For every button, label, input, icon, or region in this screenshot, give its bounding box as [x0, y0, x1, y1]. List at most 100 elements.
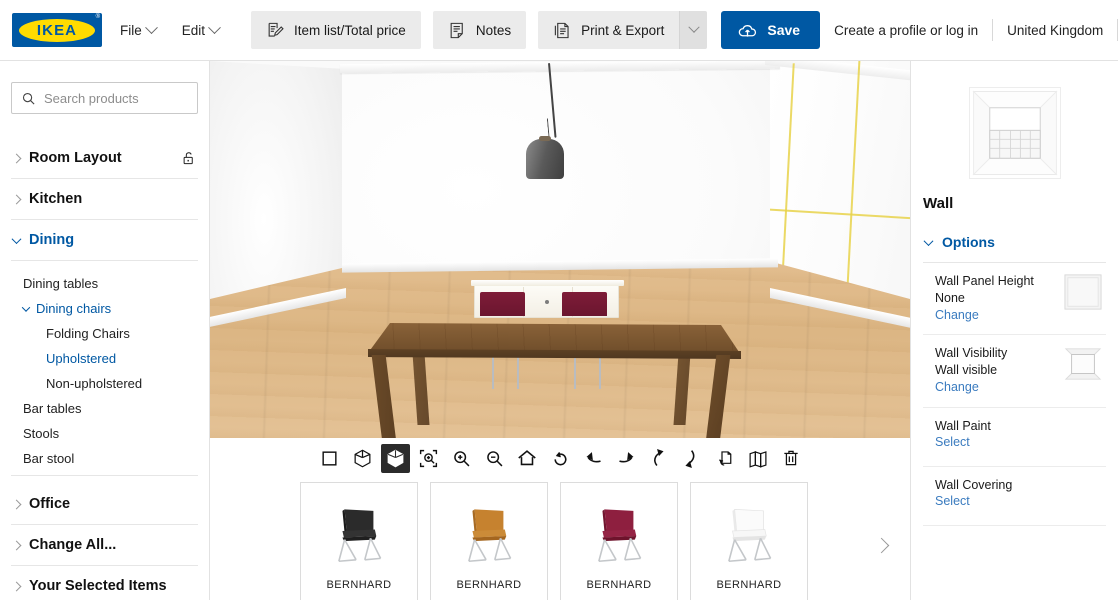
option-change-link[interactable]: Change [935, 307, 1058, 325]
menu-edit[interactable]: Edit [174, 17, 227, 44]
chevron-down-icon [144, 20, 158, 34]
search-icon [21, 91, 36, 106]
delete-icon[interactable] [777, 444, 806, 473]
dining-sublist: Dining tables Dining chairs Folding Chai… [11, 261, 198, 484]
ikea-logo[interactable]: IKEA ® [12, 13, 102, 47]
product-name: BERNHARD [586, 579, 652, 591]
search-input[interactable] [44, 90, 209, 106]
chair-icon [712, 495, 786, 567]
sidebar-item-dining-tables[interactable]: Dining tables [11, 271, 198, 296]
3d-viewport[interactable] [210, 61, 910, 438]
item-list-icon [266, 21, 285, 40]
sidebar-item-label: Office [29, 496, 71, 512]
view-3d-wire-icon[interactable] [348, 444, 377, 473]
option-wall-paint[interactable]: Wall Paint Select [923, 408, 1106, 467]
sidebar-item-non-upholstered[interactable]: Non-upholstered [11, 371, 198, 396]
option-label: Wall Panel Height [935, 274, 1034, 288]
option-label: Wall Visibility [935, 346, 1008, 361]
option-value: None [935, 290, 965, 305]
pendant-lamp[interactable] [526, 136, 564, 179]
dining-chair-back[interactable] [562, 292, 607, 316]
login-link[interactable]: Create a profile or log in [820, 23, 992, 38]
product-card[interactable]: BERNHARD [690, 482, 808, 600]
cloud-upload-icon [737, 20, 758, 41]
pan-left-icon[interactable] [579, 444, 608, 473]
sidebar-item-dining[interactable]: Dining [11, 220, 198, 261]
sidebar-item-office[interactable]: Office [11, 484, 198, 525]
sidebar-item-dining-chairs[interactable]: Dining chairs [11, 296, 198, 321]
sidebar-item-folding-chairs[interactable]: Folding Chairs [11, 321, 198, 346]
option-label: Wall Paint [935, 418, 991, 433]
product-card[interactable]: BERNHARD [430, 482, 548, 600]
sidebar-item-label: Dining [29, 232, 75, 248]
menu-file[interactable]: File [112, 17, 164, 44]
chevron-right-icon [873, 537, 889, 553]
save-button[interactable]: Save [721, 11, 821, 49]
rotate-object-icon[interactable] [711, 444, 740, 473]
carousel-next-button[interactable] [868, 532, 894, 558]
view-toolbar [210, 438, 910, 478]
home-view-icon[interactable] [513, 444, 542, 473]
product-name: BERNHARD [716, 579, 782, 591]
sidebar-item-upholstered[interactable]: Upholstered [11, 346, 198, 371]
zoom-out-icon[interactable] [480, 444, 509, 473]
product-card[interactable]: BERNHARD [300, 482, 418, 600]
print-export-button[interactable]: Print & Export [538, 11, 680, 49]
product-name: BERNHARD [326, 579, 392, 591]
tilt-down-icon[interactable] [678, 444, 707, 473]
options-section-header[interactable]: Options [923, 234, 1106, 263]
chair-icon [582, 495, 656, 567]
print-export-label: Print & Export [581, 22, 665, 38]
tilt-up-icon[interactable] [645, 444, 674, 473]
zoom-in-icon[interactable] [447, 444, 476, 473]
search-products-box[interactable] [11, 82, 209, 114]
sub-item-label: Stools [23, 426, 60, 441]
view-3d-solid-icon[interactable] [380, 443, 410, 473]
sidebar-item-your-selected-items[interactable]: Your Selected Items [11, 566, 198, 600]
view-2d-icon[interactable] [315, 444, 344, 473]
rotate-ccw-icon[interactable] [546, 444, 575, 473]
option-select-link[interactable]: Select [935, 493, 1058, 511]
chair-icon [452, 495, 526, 567]
option-wall-visibility[interactable]: Wall Visibility Wall visible Change [923, 335, 1106, 408]
option-change-link[interactable]: Change [935, 379, 1058, 397]
panel-swatch-icon [1064, 273, 1102, 311]
product-name: BERNHARD [456, 579, 522, 591]
topbar-right-group: Create a profile or log in United Kingdo… [820, 19, 1118, 41]
sidebar-item-bar-stool[interactable]: Bar stool [11, 446, 198, 471]
zoom-to-fit-icon[interactable] [414, 444, 443, 473]
dining-chair-back[interactable] [480, 292, 525, 316]
pan-right-icon[interactable] [612, 444, 641, 473]
option-text: Wall Panel Height None Change [935, 273, 1058, 324]
sidebar-item-bar-tables[interactable]: Bar tables [11, 396, 198, 421]
empty-thumb [1064, 477, 1102, 515]
empty-thumb [1064, 418, 1102, 456]
option-value: Wall visible [935, 363, 998, 378]
sidebar-item-change-all[interactable]: Change All... [11, 525, 198, 566]
sidebar-item-room-layout[interactable]: Room Layout [11, 138, 198, 179]
product-card[interactable]: BERNHARD [560, 482, 678, 600]
sidebar-item-stools[interactable]: Stools [11, 421, 198, 446]
option-wall-covering[interactable]: Wall Covering Select [923, 467, 1106, 526]
unfold-walls-icon[interactable] [744, 444, 773, 473]
sidebar-item-label: Kitchen [29, 191, 83, 207]
country-selector[interactable]: United Kingdom [993, 23, 1117, 38]
sidebar-item-kitchen[interactable]: Kitchen [11, 179, 198, 220]
menu-edit-label: Edit [181, 22, 206, 38]
item-list-button[interactable]: Item list/Total price [251, 11, 421, 49]
chevron-down-icon [21, 302, 31, 312]
chevron-down-icon [11, 233, 22, 244]
notes-button[interactable]: Notes [432, 11, 527, 49]
center-column: BERNHARD BERNHARD BERNHARD BERNHARD [210, 61, 910, 600]
unlocked-icon[interactable] [181, 150, 196, 166]
logo-registered-mark: ® [95, 14, 100, 20]
sub-item-label: Upholstered [46, 351, 117, 366]
chevron-right-icon [11, 153, 22, 163]
sub-item-label: Bar stool [23, 451, 75, 466]
option-wall-panel-height[interactable]: Wall Panel Height None Change [923, 263, 1106, 336]
option-select-link[interactable]: Select [935, 434, 1058, 452]
logo-text: IKEA [36, 21, 78, 39]
print-export-icon [553, 21, 572, 40]
print-export-dropdown-button[interactable] [679, 11, 708, 49]
sidebar-item-label: Your Selected Items [29, 578, 167, 594]
